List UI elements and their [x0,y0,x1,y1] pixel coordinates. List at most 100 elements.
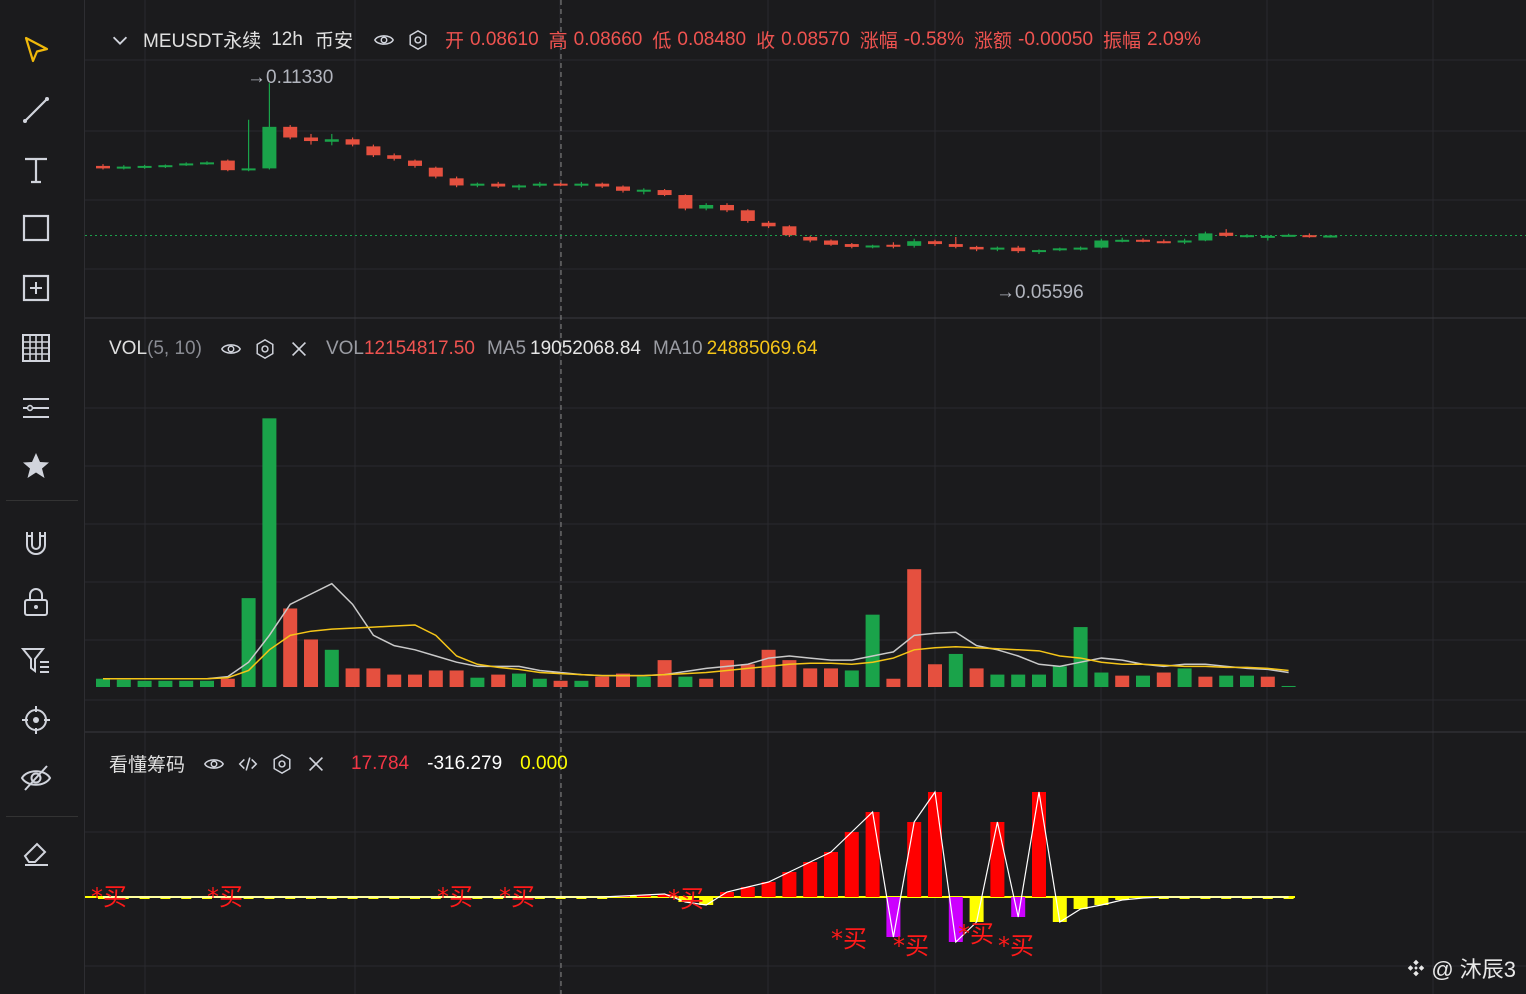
rectangle-tool-icon[interactable] [16,208,56,248]
volume-bar [512,673,526,687]
indicator-name[interactable]: 看懂筹码 [109,750,185,777]
volume-bar [408,674,422,687]
drawing-toolbar [0,0,85,994]
candle-body [907,241,922,246]
collapse-chevron-icon[interactable] [107,27,133,53]
magnet-icon[interactable] [16,524,56,564]
cursor-arrow-icon[interactable] [16,30,56,70]
candle-body [387,155,402,159]
volume-bar [1094,672,1109,687]
candle-body [1115,239,1130,242]
toolbar-separator [6,816,78,817]
candle-body [1260,235,1275,238]
candle-body [116,166,131,169]
volume-bar [636,676,651,687]
ma10-label: MA10 [652,338,703,359]
ind-close-icon[interactable] [303,751,329,777]
volume-bar [324,649,339,687]
volume-bar [241,598,256,687]
candle-body [220,160,235,171]
indicator-filter-icon[interactable] [16,640,56,680]
close-label: 收 [756,31,776,52]
vol-settings-gear-icon[interactable] [252,336,278,362]
buy-signal-label: *买 [437,883,473,911]
high-price-marker: →0.11330 [247,67,334,88]
ind-settings-gear-icon[interactable] [269,751,295,777]
volume-bar [428,670,443,687]
favorite-star-icon[interactable] [16,446,56,486]
candle-body [886,244,901,247]
candle-body [96,165,110,169]
symbol-name[interactable]: MEUSDT永续 [143,26,261,53]
candle-body [1177,240,1192,243]
hide-eye-icon[interactable] [16,758,56,798]
chart-area[interactable]: *买 *买 *买 *买 *买 *买 *买 *买 *买 MEUSDT永续 12h 币安 开 0.0… [85,0,1526,994]
candle-body [470,183,485,186]
chart-canvas[interactable]: *买 *买 *买 *买 *买*买 *买 *买 *买 [85,0,1526,994]
vol-close-icon[interactable] [286,336,312,362]
low-label: 低 [652,31,672,52]
volume-bar [1156,672,1171,687]
volume-bar [844,670,859,687]
vol-visibility-eye-icon[interactable] [218,336,244,362]
ind-visibility-eye-icon[interactable] [201,751,227,777]
volume-bar [1052,666,1067,687]
ma5-label: MA5 [486,338,527,359]
interval-label: 12h [271,28,303,50]
change-pct-label: 涨幅 [859,31,898,52]
volume-bar [1240,675,1254,687]
buy-signal-label: *买 [207,883,243,911]
toolbar-separator [6,500,78,501]
target-icon[interactable] [16,700,56,740]
watermark: @ 沐辰3 [1405,952,1516,984]
candle-body [324,139,339,142]
candle-body [1136,239,1150,242]
indicator-bar [990,822,1005,897]
volume-bar [907,569,922,687]
volume-bar [865,614,880,687]
candle-body [969,246,984,250]
vol-name[interactable]: VOL [109,338,147,360]
volume-bar [304,639,318,687]
volume-bar [1011,674,1026,687]
volume-bar [96,678,110,687]
indicator-legend: 看懂筹码 17.784 -316.279 0.000 [109,750,568,777]
candle-body [283,126,298,138]
binance-logo-icon [1408,959,1425,977]
text-tool-icon[interactable] [16,150,56,190]
volume-bar [1032,674,1046,687]
eraser-icon[interactable] [16,832,56,872]
indicator-bar [886,897,901,937]
volume-bar [179,680,194,687]
open-label: 开 [444,31,464,52]
indicator-bar [782,872,797,897]
volume-bar [200,680,214,687]
volume-bar [928,664,942,687]
indicator-bar [907,822,922,897]
volume-bar [158,680,173,687]
settings-gear-icon[interactable] [405,27,431,53]
candle-body [262,126,277,169]
ind-source-code-icon[interactable] [235,751,261,777]
candle-body [1302,235,1317,238]
volume-bar [574,680,589,687]
fib-lines-icon[interactable] [16,388,56,428]
volume-bar [699,678,714,687]
trend-line-icon[interactable] [16,90,56,130]
low-price-marker: →0.05596 [996,282,1084,303]
grid-pattern-icon[interactable] [16,328,56,368]
open-value: 0.08610 [469,28,539,50]
candle-body [616,186,630,191]
candle-body [761,222,776,227]
volume-bar [491,674,506,687]
volume-bar [595,676,610,687]
visibility-eye-icon[interactable] [371,27,397,53]
vol-params: (5, 10) [147,338,202,359]
measure-tool-icon[interactable] [16,268,56,308]
volume-bar [283,608,298,687]
buy-signal-label: *买 [893,932,929,960]
lock-icon[interactable] [16,582,56,622]
exchange-label: 币安 [314,31,353,52]
indicator-bar [844,832,859,897]
vol-value-label: VOL [325,338,364,359]
